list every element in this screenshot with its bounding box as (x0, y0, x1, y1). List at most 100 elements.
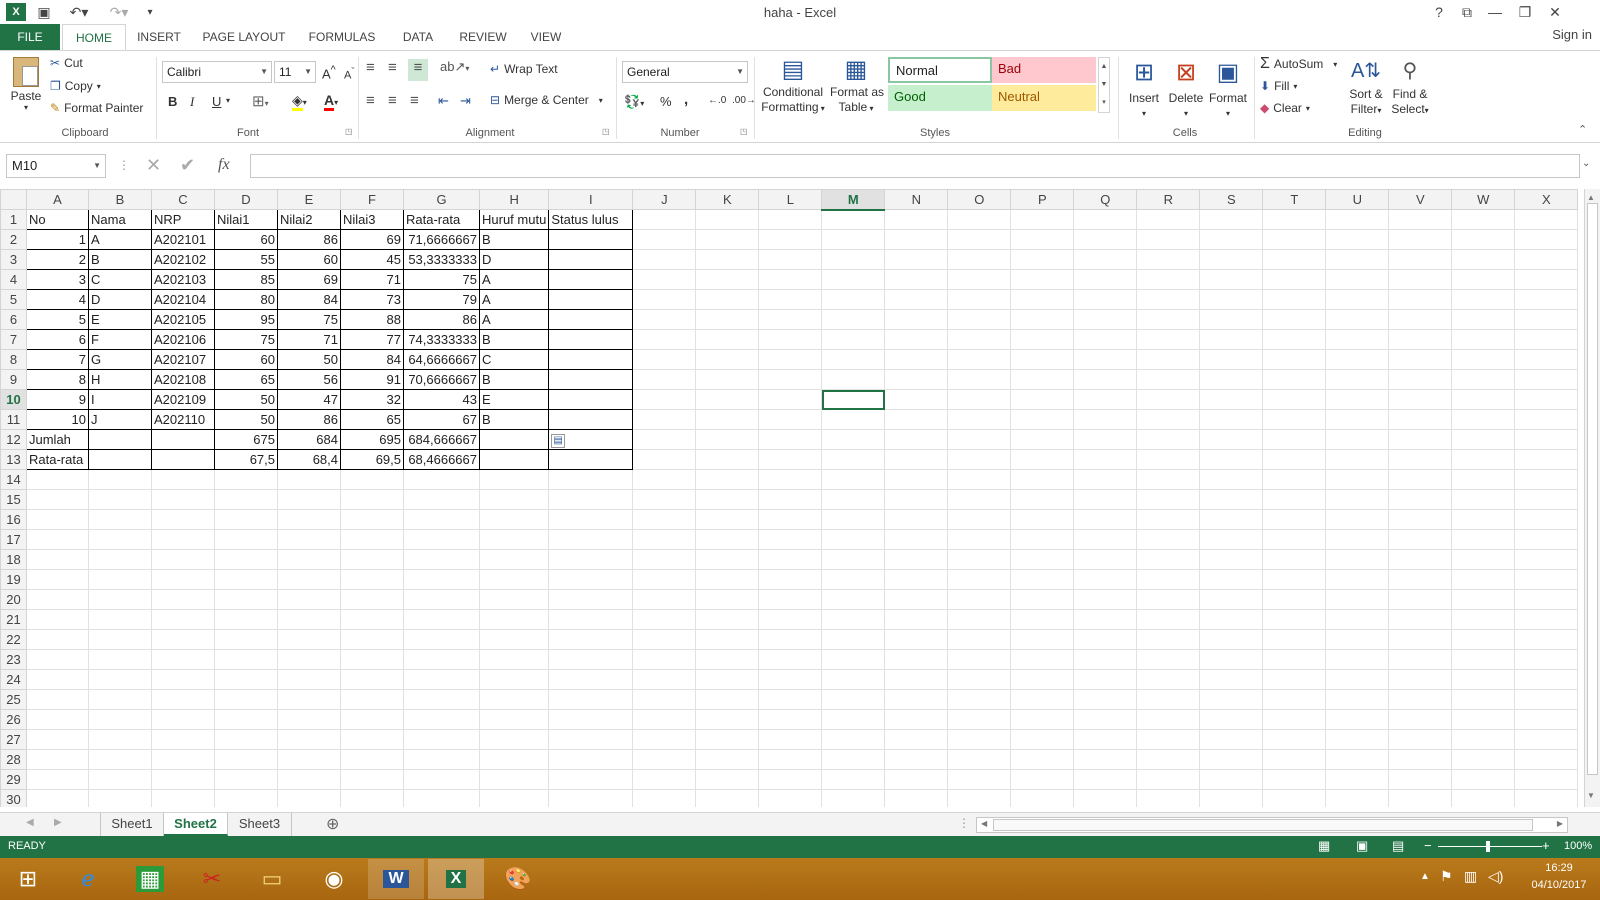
cell-j9[interactable] (632, 369, 697, 390)
cell-x28[interactable] (1514, 749, 1579, 770)
cell-u9[interactable] (1325, 369, 1390, 390)
number-format-dropdown[interactable]: General ▼ (622, 61, 748, 83)
cell-b2[interactable]: A (88, 229, 152, 250)
store-icon[interactable]: ▦ (122, 859, 178, 899)
cell-l24[interactable] (758, 669, 823, 690)
cell-m17[interactable] (821, 529, 886, 550)
cell-m6[interactable] (821, 309, 886, 330)
cell-a22[interactable] (26, 629, 89, 650)
cell-l16[interactable] (758, 509, 823, 530)
cell-i19[interactable] (548, 569, 634, 590)
cell-c23[interactable] (151, 649, 215, 670)
column-header-n[interactable]: N (884, 189, 949, 210)
decrease-font-icon[interactable]: Aˇ (344, 66, 354, 82)
cell-v8[interactable] (1388, 349, 1453, 370)
cell-e1[interactable]: Nilai2 (277, 209, 341, 230)
cell-w20[interactable] (1451, 589, 1516, 610)
cell-h28[interactable] (478, 749, 550, 770)
cell-r22[interactable] (1136, 629, 1201, 650)
cell-k19[interactable] (695, 569, 760, 590)
cell-v9[interactable] (1388, 369, 1453, 390)
cell-a25[interactable] (26, 689, 89, 710)
cell-t7[interactable] (1262, 329, 1327, 350)
column-header-f[interactable]: F (340, 189, 404, 210)
tab-data[interactable]: DATA (394, 24, 442, 50)
merge-center-button[interactable]: ⊟ Merge & Center ▾ (490, 93, 603, 107)
cell-u23[interactable] (1325, 649, 1390, 670)
cell-j24[interactable] (632, 669, 697, 690)
cell-r21[interactable] (1136, 609, 1201, 630)
cell-f3[interactable]: 45 (340, 249, 404, 270)
cell-i7[interactable] (548, 329, 634, 350)
cell-u21[interactable] (1325, 609, 1390, 630)
row-header[interactable]: 27 (0, 729, 27, 750)
format-as-table-button[interactable]: ▦ Format as Table ▾ (830, 55, 884, 116)
cell-f17[interactable] (340, 529, 404, 550)
cell-o24[interactable] (947, 669, 1012, 690)
column-header-s[interactable]: S (1199, 189, 1264, 210)
cell-x10[interactable] (1514, 389, 1579, 410)
cell-o14[interactable] (947, 469, 1012, 490)
cell-q12[interactable] (1073, 429, 1138, 450)
cell-i27[interactable] (548, 729, 634, 750)
cell-h7[interactable]: B (478, 329, 550, 350)
cell-j16[interactable] (632, 509, 697, 530)
cell-l1[interactable] (758, 209, 823, 230)
cell-j21[interactable] (632, 609, 697, 630)
cell-h14[interactable] (478, 469, 550, 490)
row-header[interactable]: 5 (0, 289, 27, 310)
cell-m13[interactable] (821, 449, 886, 470)
cell-s20[interactable] (1199, 589, 1264, 610)
cell-f20[interactable] (340, 589, 404, 610)
cell-l12[interactable] (758, 429, 823, 450)
cell-l2[interactable] (758, 229, 823, 250)
cell-p12[interactable] (1010, 429, 1075, 450)
cell-s7[interactable] (1199, 329, 1264, 350)
row-header[interactable]: 12 (0, 429, 27, 450)
cell-a16[interactable] (26, 509, 89, 530)
cell-k3[interactable] (695, 249, 760, 270)
cell-o29[interactable] (947, 769, 1012, 790)
row-header[interactable]: 28 (0, 749, 27, 770)
cell-k1[interactable] (695, 209, 760, 230)
tab-splitter-icon[interactable]: ⋮ (958, 816, 970, 830)
cell-j27[interactable] (632, 729, 697, 750)
cell-n24[interactable] (884, 669, 949, 690)
paste-options-icon[interactable]: ▤ (551, 434, 565, 448)
cell-d15[interactable] (214, 489, 278, 510)
cell-p25[interactable] (1010, 689, 1075, 710)
cell-t18[interactable] (1262, 549, 1327, 570)
delete-cells-button[interactable]: ⊠ Delete ▾ (1166, 55, 1206, 121)
cell-o9[interactable] (947, 369, 1012, 390)
cell-d2[interactable]: 60 (214, 229, 278, 250)
cell-f24[interactable] (340, 669, 404, 690)
cell-m27[interactable] (821, 729, 886, 750)
cell-n10[interactable] (884, 389, 949, 410)
cell-d17[interactable] (214, 529, 278, 550)
cell-r26[interactable] (1136, 709, 1201, 730)
cell-i2[interactable] (548, 229, 634, 250)
cell-h11[interactable]: B (478, 409, 550, 430)
cell-x9[interactable] (1514, 369, 1579, 390)
sheet-tab-sheet1[interactable]: Sheet1 (100, 813, 164, 836)
cell-j26[interactable] (632, 709, 697, 730)
select-all-corner[interactable] (0, 189, 27, 210)
cell-r14[interactable] (1136, 469, 1201, 490)
row-header[interactable]: 29 (0, 769, 27, 790)
cell-t23[interactable] (1262, 649, 1327, 670)
cell-q14[interactable] (1073, 469, 1138, 490)
cell-i22[interactable] (548, 629, 634, 650)
cell-u27[interactable] (1325, 729, 1390, 750)
cell-l18[interactable] (758, 549, 823, 570)
cell-b18[interactable] (88, 549, 152, 570)
cell-t1[interactable] (1262, 209, 1327, 230)
cell-j8[interactable] (632, 349, 697, 370)
cell-v5[interactable] (1388, 289, 1453, 310)
cell-r19[interactable] (1136, 569, 1201, 590)
cell-x18[interactable] (1514, 549, 1579, 570)
cell-g18[interactable] (403, 549, 480, 570)
cell-i24[interactable] (548, 669, 634, 690)
cell-e2[interactable]: 86 (277, 229, 341, 250)
cell-h15[interactable] (478, 489, 550, 510)
cell-a8[interactable]: 7 (26, 349, 89, 370)
